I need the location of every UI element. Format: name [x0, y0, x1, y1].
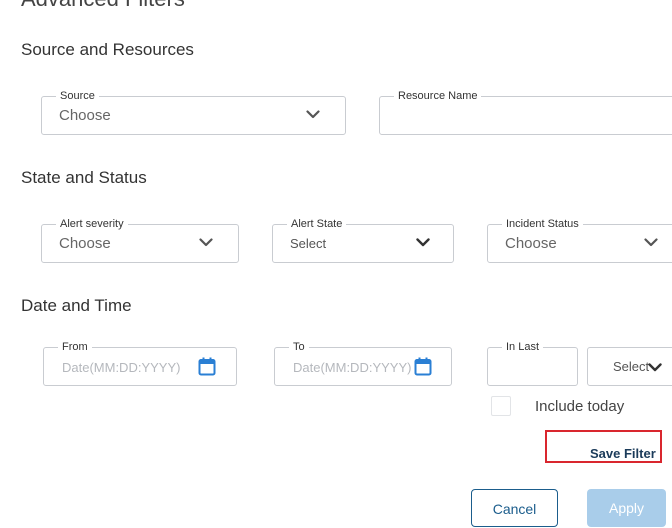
incident-status-label: Incident Status [502, 217, 583, 231]
alert-severity-value: Choose [59, 235, 111, 252]
alert-state-select[interactable]: Alert State Select [272, 217, 454, 263]
source-select[interactable]: Source Choose [41, 89, 346, 135]
chevron-down-icon [416, 238, 430, 247]
alert-severity-select[interactable]: Alert severity Choose [41, 217, 239, 263]
save-filter-link[interactable]: Save Filter [590, 446, 656, 461]
from-label: From [58, 340, 92, 354]
incident-status-value: Choose [505, 235, 557, 252]
in-last-unit-value: Select [613, 359, 650, 374]
calendar-icon[interactable] [198, 357, 216, 376]
chevron-down-icon [644, 238, 658, 247]
to-placeholder: Date(MM:DD:YYYY) [293, 360, 412, 375]
section-title-state: State and Status [21, 168, 147, 187]
section-title-source: Source and Resources [21, 40, 194, 59]
chevron-down-icon [199, 238, 213, 247]
include-today-checkbox[interactable] [491, 396, 511, 416]
in-last-label: In Last [502, 340, 544, 354]
chevron-down-icon [306, 110, 320, 119]
incident-status-select[interactable]: Incident Status Choose [487, 217, 672, 263]
source-label: Source [56, 89, 99, 103]
from-date-field[interactable]: From Date(MM:DD:YYYY) [43, 340, 237, 386]
resource-name-label: Resource Name [394, 89, 482, 103]
alert-state-value: Select [290, 236, 327, 251]
in-last-unit-select[interactable]: Select [587, 347, 672, 386]
resource-name-field[interactable]: Resource Name [379, 89, 672, 135]
calendar-icon[interactable] [414, 357, 432, 376]
alert-state-label: Alert State [287, 217, 347, 231]
alert-severity-label: Alert severity [56, 217, 128, 231]
to-label: To [289, 340, 309, 354]
apply-button[interactable]: Apply [587, 489, 666, 527]
in-last-field[interactable]: In Last [487, 340, 578, 386]
to-date-field[interactable]: To Date(MM:DD:YYYY) [274, 340, 452, 386]
page-title: Advanced Filters [21, 0, 185, 12]
include-today-label: Include today [535, 398, 625, 415]
cancel-button[interactable]: Cancel [471, 489, 558, 527]
from-placeholder: Date(MM:DD:YYYY) [62, 360, 181, 375]
source-value: Choose [59, 107, 111, 124]
chevron-down-icon [648, 363, 662, 372]
section-title-date: Date and Time [21, 296, 132, 315]
